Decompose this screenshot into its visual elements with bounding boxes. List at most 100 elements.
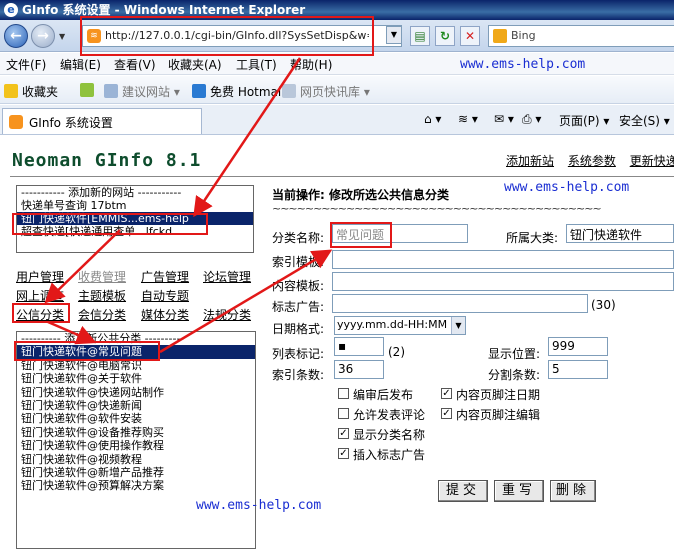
mail-button[interactable]: ✉ ▾ bbox=[494, 112, 514, 126]
operation-heading: 当前操作: 修改所选公共信息分类 bbox=[272, 188, 449, 202]
topic-template-link[interactable]: 主题模板 bbox=[78, 287, 126, 304]
menu-file[interactable]: 文件(F) bbox=[6, 56, 46, 73]
list-mark-hint: (2) bbox=[388, 345, 405, 359]
page-feed-icon bbox=[9, 115, 23, 129]
feeds-button[interactable]: ≋ ▾ bbox=[458, 112, 478, 126]
index-template-input[interactable] bbox=[332, 250, 674, 269]
site-list-item[interactable]: 快递单号查询 17btm bbox=[17, 199, 253, 212]
app-brand: Neoman GInfo 8.1 bbox=[12, 150, 202, 171]
forum-management-link[interactable]: 论坛管理 bbox=[203, 268, 251, 285]
category-list-item[interactable]: 钮门快递软件@快递新闻 bbox=[17, 399, 255, 412]
safety-menu-button[interactable]: 安全(S) ▾ bbox=[619, 112, 670, 129]
date-format-select[interactable]: yyyy.mm.dd-HH:MM ▼ bbox=[334, 316, 466, 335]
recent-pages-dropdown-icon[interactable]: ▼ bbox=[59, 32, 65, 41]
add-site-link[interactable]: 添加新站 bbox=[506, 154, 554, 168]
print-button[interactable]: ⎙ ▾ bbox=[522, 112, 541, 127]
menu-view[interactable]: 查看(V) bbox=[114, 56, 156, 73]
stop-button[interactable]: ✕ bbox=[460, 26, 480, 46]
insert-ad-checkbox[interactable]: ✓ bbox=[338, 448, 349, 459]
site-list-item[interactable]: ----------- 添加新的网站 ----------- bbox=[17, 186, 253, 199]
menu-favorites[interactable]: 收藏夹(A) bbox=[168, 56, 222, 73]
index-count-input[interactable]: 36 bbox=[334, 360, 384, 379]
show-category-name-checkbox[interactable]: ✓ bbox=[338, 428, 349, 439]
page-menu-button[interactable]: 页面(P) ▾ bbox=[559, 112, 609, 129]
footer-date-checkbox[interactable]: ✓ bbox=[441, 388, 452, 399]
web-slice-icon bbox=[282, 84, 296, 98]
bing-icon bbox=[493, 29, 507, 43]
category-list-item[interactable]: 钮门快递软件@关于软件 bbox=[17, 372, 255, 385]
category-list-item[interactable]: 钮门快递软件@视频教程 bbox=[17, 453, 255, 466]
ad-input[interactable] bbox=[332, 294, 588, 313]
parent-label: 所属大类: bbox=[506, 231, 559, 245]
footer-editor-label: 内容页脚注编辑 bbox=[456, 408, 541, 422]
publish-after-review-checkbox[interactable] bbox=[338, 388, 349, 399]
system-params-link[interactable]: 系统参数 bbox=[568, 154, 616, 168]
tab-ginfo-settings[interactable]: GInfo 系统设置 bbox=[2, 108, 202, 134]
content-template-label: 内容模板: bbox=[272, 279, 325, 293]
suggested-sites-link[interactable]: 建议网站 ▾ bbox=[104, 83, 180, 100]
category-list-item[interactable]: 钮门快递软件@软件安装 bbox=[17, 412, 255, 425]
list-mark-input[interactable]: ▪ bbox=[334, 337, 384, 356]
ad-management-link[interactable]: 广告管理 bbox=[141, 268, 189, 285]
media-category-link[interactable]: 媒体分类 bbox=[141, 306, 189, 323]
user-management-link[interactable]: 用户管理 bbox=[16, 268, 64, 285]
allow-comments-checkbox[interactable] bbox=[338, 408, 349, 419]
delete-button[interactable]: 删除 bbox=[550, 480, 596, 502]
category-list-item[interactable]: 钮门快递软件@设备推荐购买 bbox=[17, 426, 255, 439]
search-input[interactable]: Bing bbox=[511, 29, 536, 42]
fee-management-link[interactable]: 收费管理 bbox=[78, 268, 126, 285]
law-category-link[interactable]: 法规分类 bbox=[203, 306, 251, 323]
online-survey-link[interactable]: 网上调查 bbox=[16, 287, 64, 304]
parent-category-input[interactable]: 钮门快递软件 bbox=[566, 224, 674, 243]
refresh-button[interactable]: ↻ bbox=[435, 26, 455, 46]
category-list-item[interactable]: 钮门快递软件@新增产品推荐 bbox=[17, 466, 255, 479]
hotmail-link[interactable]: 免费 Hotmail bbox=[192, 83, 285, 100]
tilde-divider: ~~~~~~~~~~~~~~~~~~~~~~~~~~~~~~~~~~~~~~~~ bbox=[272, 202, 602, 215]
content-template-input[interactable] bbox=[332, 272, 674, 291]
ad-label: 标志广告: bbox=[272, 300, 325, 314]
list-mark-label: 列表标记: bbox=[272, 347, 325, 361]
watermark: www.ems-help.com bbox=[504, 180, 630, 195]
suggested-sites-icon bbox=[104, 84, 118, 98]
category-list-item[interactable]: 钮门快递软件@使用操作教程 bbox=[17, 439, 255, 452]
category-list-item[interactable]: 钮门快递软件@快递网站制作 bbox=[17, 386, 255, 399]
display-position-label: 显示位置: bbox=[488, 347, 541, 361]
submit-button[interactable]: 提交 bbox=[438, 480, 488, 502]
chevron-down-icon: ▼ bbox=[451, 317, 465, 334]
favorites-button[interactable]: 收藏夹 bbox=[4, 83, 58, 100]
window-title: GInfo 系统设置 - Windows Internet Explorer bbox=[22, 3, 306, 17]
back-button[interactable]: ← bbox=[4, 24, 28, 48]
search-box[interactable]: Bing bbox=[488, 25, 674, 47]
rewrite-button[interactable]: 重写 bbox=[494, 480, 544, 502]
web-slice-gallery-link[interactable]: 网页快讯库 ▾ bbox=[282, 83, 370, 100]
menu-help[interactable]: 帮助(H) bbox=[290, 56, 332, 73]
insert-ad-label: 插入标志广告 bbox=[353, 448, 426, 462]
category-list[interactable]: ---------- 添加新公共分类 ---------- 钮门快递软件@常见问… bbox=[16, 331, 256, 549]
ie-logo-icon: e bbox=[4, 3, 18, 17]
menu-tools[interactable]: 工具(T) bbox=[236, 56, 277, 73]
footer-editor-checkbox[interactable]: ✓ bbox=[441, 408, 452, 419]
category-list-item[interactable]: 钮门快递软件@预算解决方案 bbox=[17, 479, 255, 492]
home-button[interactable]: ⌂ ▾ bbox=[424, 112, 441, 126]
ad-length-hint: (30) bbox=[591, 298, 616, 312]
star-icon bbox=[4, 84, 18, 98]
update-express-link[interactable]: 更新快递 bbox=[630, 154, 674, 168]
forward-button[interactable]: → bbox=[31, 24, 55, 48]
annotation-box-name bbox=[330, 222, 392, 248]
auto-topic-link[interactable]: 自动专题 bbox=[141, 287, 189, 304]
split-count-label: 分割条数: bbox=[488, 368, 541, 382]
member-category-link[interactable]: 会信分类 bbox=[78, 306, 126, 323]
address-dropdown-icon[interactable]: ▼ bbox=[386, 26, 402, 44]
top-links: 添加新站 系统参数 更新快递 bbox=[506, 152, 674, 169]
publish-after-review-label: 编审后发布 bbox=[353, 388, 414, 402]
watermark: www.ems-help.com bbox=[460, 57, 586, 72]
compatibility-view-button[interactable]: ▤ bbox=[410, 26, 430, 46]
menu-edit[interactable]: 编辑(E) bbox=[60, 56, 101, 73]
tab-bar: GInfo 系统设置 ⌂ ▾ ≋ ▾ ✉ ▾ ⎙ ▾ 页面(P) ▾ 安全(S)… bbox=[0, 105, 674, 135]
divider bbox=[10, 176, 674, 177]
split-count-input[interactable]: 5 bbox=[548, 360, 608, 379]
add-favorites-button[interactable] bbox=[80, 83, 98, 98]
display-position-input[interactable]: 999 bbox=[548, 337, 608, 356]
annotation-box-site bbox=[12, 213, 208, 235]
ie-page-icon bbox=[192, 84, 206, 98]
